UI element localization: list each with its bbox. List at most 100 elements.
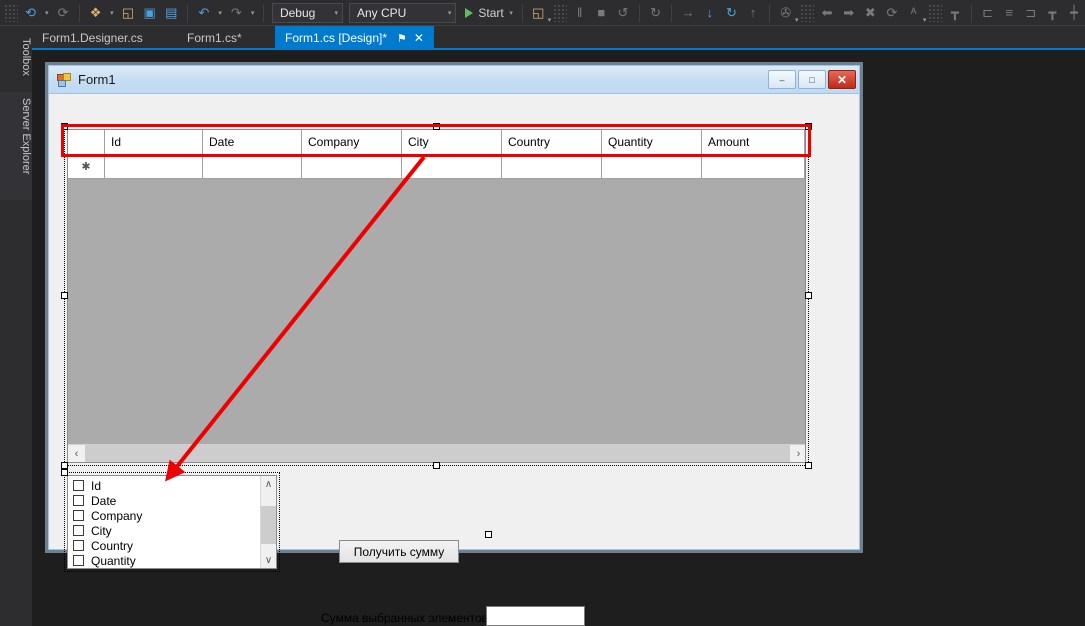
resize-handle-s[interactable] [433,462,440,469]
resize-handle-nw[interactable] [61,123,68,130]
step-up-icon[interactable]: ↑ [742,2,764,24]
editor-tabstrip: Form1.Designer.cs Form1.cs* Form1.cs [De… [32,26,1085,50]
toolbar-separator [638,3,640,22]
tab-form1-cs[interactable]: Form1.cs* [177,26,252,50]
tab-label: Form1.cs [Design]* [285,31,388,45]
sidebar-item-label: Toolbox [20,38,32,76]
nav-back-icon[interactable]: ⟲ [20,2,42,24]
align-rights-icon[interactable]: ⊐ [1020,2,1042,24]
start-caret-icon[interactable]: ▾ [506,2,517,24]
resize-handle-n[interactable] [169,469,176,476]
align-centers-icon[interactable]: ≡ [998,2,1020,24]
toolbar-separator [78,3,80,22]
tab-label: Form1.Designer.cs [42,31,143,45]
resize-handle-se[interactable] [805,462,812,469]
selection-outline [64,126,809,466]
make-same-height-icon[interactable]: ┿ [1063,2,1085,24]
sum-textbox[interactable] [486,606,585,626]
refresh-icon[interactable]: ⟳ [881,2,903,24]
chevron-down-icon: ▾ [334,9,338,17]
clear-bookmarks-icon[interactable]: ✖ [859,2,881,24]
step-over-icon[interactable]: → [677,2,699,24]
prev-bookmark-icon[interactable]: ⬅ [816,2,838,24]
resize-handle-n[interactable] [485,531,492,538]
align-tops-icon[interactable]: ┳ [944,2,966,24]
toolbar-separator [671,3,673,22]
toolbar-grip[interactable] [4,3,18,22]
comment-icon[interactable]: ᴬ ▾ [903,2,927,24]
hot-reload-icon[interactable]: ↻ [645,2,667,24]
pause-icon[interactable]: ‖ [569,2,591,24]
checkedlistbox-selection-wrap[interactable]: Id Date Company City Country Quantity ∧ … [61,469,280,572]
close-button[interactable]: ✕ [828,70,856,89]
resize-handle-ne[interactable] [805,123,812,130]
pin-icon[interactable]: ⚑ [397,32,407,45]
sidebar-item-label: Server Explorer [20,98,32,175]
maximize-button[interactable]: □ [798,70,826,89]
nav-forward-icon[interactable]: ⟳ [52,2,74,24]
attach-process-glyph: ◱ [532,4,545,20]
chevron-down-icon: ▾ [922,16,927,24]
sum-label: Сумма выбранных элементов: [321,611,492,625]
stop-icon[interactable]: ■ [591,2,613,24]
solution-configuration-value: Debug [279,5,316,20]
solution-configuration-combo[interactable]: Debug ▾ [271,2,343,23]
tab-form1-designer-cs[interactable]: Form1.Designer.cs [32,26,153,50]
toolbar-grip[interactable] [800,3,815,22]
form-body[interactable]: Id Date Company City Country Quantity Am… [49,94,859,626]
start-debug-button[interactable]: Start [459,6,505,20]
resize-handle-e[interactable] [805,292,812,299]
new-item-caret-icon[interactable]: ▾ [106,2,117,24]
next-bookmark-icon[interactable]: ➡ [838,2,860,24]
sidebar-item-server-explorer[interactable]: Server Explorer [0,92,32,200]
comment-glyph: ᴬ [910,5,917,20]
sidebar-item-toolbox[interactable]: Toolbox [0,32,32,88]
form-titlebar[interactable]: Form1 – □ ✕ [49,66,859,94]
solution-platform-combo[interactable]: Any CPU ▾ [348,2,457,23]
chevron-down-icon: ▾ [794,16,799,24]
restart-icon[interactable]: ↺ [612,2,634,24]
form-preview-window[interactable]: Form1 – □ ✕ Id Date Company City Country [48,65,860,626]
left-dock-strip: Toolbox Server Explorer [0,26,32,626]
minimize-button[interactable]: – [768,70,796,89]
datagridview-selection-wrap[interactable]: Id Date Company City Country Quantity Am… [61,123,812,469]
open-file-icon[interactable]: ◱ [117,2,139,24]
chevron-down-icon: ▾ [447,9,452,17]
form-icon [57,72,71,87]
toolbar-separator [768,3,770,22]
tab-form1-cs-design[interactable]: Form1.cs [Design]* ⚑ ✕ [275,26,434,50]
resize-handle-n[interactable] [433,123,440,130]
redo-icon[interactable]: ↷ [226,2,248,24]
step-into-icon[interactable]: ↓ [699,2,721,24]
selection-outline [64,472,280,572]
attach-process-icon[interactable]: ◱ ▾ [528,2,552,24]
save-icon[interactable]: ▣ [139,2,161,24]
tab-label: Form1.cs* [187,31,242,45]
get-sum-button[interactable]: Получить сумму [339,540,459,563]
nav-back-caret-icon[interactable]: ▾ [41,2,52,24]
resize-handle-w[interactable] [61,292,68,299]
undo-icon[interactable]: ↶ [193,2,215,24]
toolbar-grip[interactable] [553,3,567,22]
new-item-icon[interactable]: ❖ [85,2,107,24]
chevron-down-icon: ▾ [547,16,552,24]
resize-handle-sw[interactable] [61,462,68,469]
undo-caret-icon[interactable]: ▾ [215,2,226,24]
save-all-icon[interactable]: ▤ [161,2,183,24]
close-icon[interactable]: ✕ [414,31,424,45]
toolbar-separator [521,3,523,22]
vs-toolbar: ⟲ ▾ ⟳ ❖ ▾ ◱ ▣ ▤ ↶ ▾ ↷ ▾ Debug ▾ Any CPU … [0,0,1085,26]
toolbar-separator [187,3,189,22]
toolbar-separator [970,3,972,22]
align-lefts-icon[interactable]: ⊏ [977,2,999,24]
make-same-width-icon[interactable]: ┳ [1042,2,1064,24]
form-title: Form1 [78,72,116,87]
step-out-icon[interactable]: ↻ [721,2,743,24]
redo-caret-icon[interactable]: ▾ [247,2,258,24]
play-icon [465,7,474,18]
resize-handle-nw[interactable] [61,469,68,476]
form-designer-surface[interactable]: Form1 – □ ✕ Id Date Company City Country [32,50,1085,626]
threads-icon[interactable]: ✇ ▾ [775,2,799,24]
start-label: Start [478,5,504,20]
toolbar-grip[interactable] [928,3,943,22]
